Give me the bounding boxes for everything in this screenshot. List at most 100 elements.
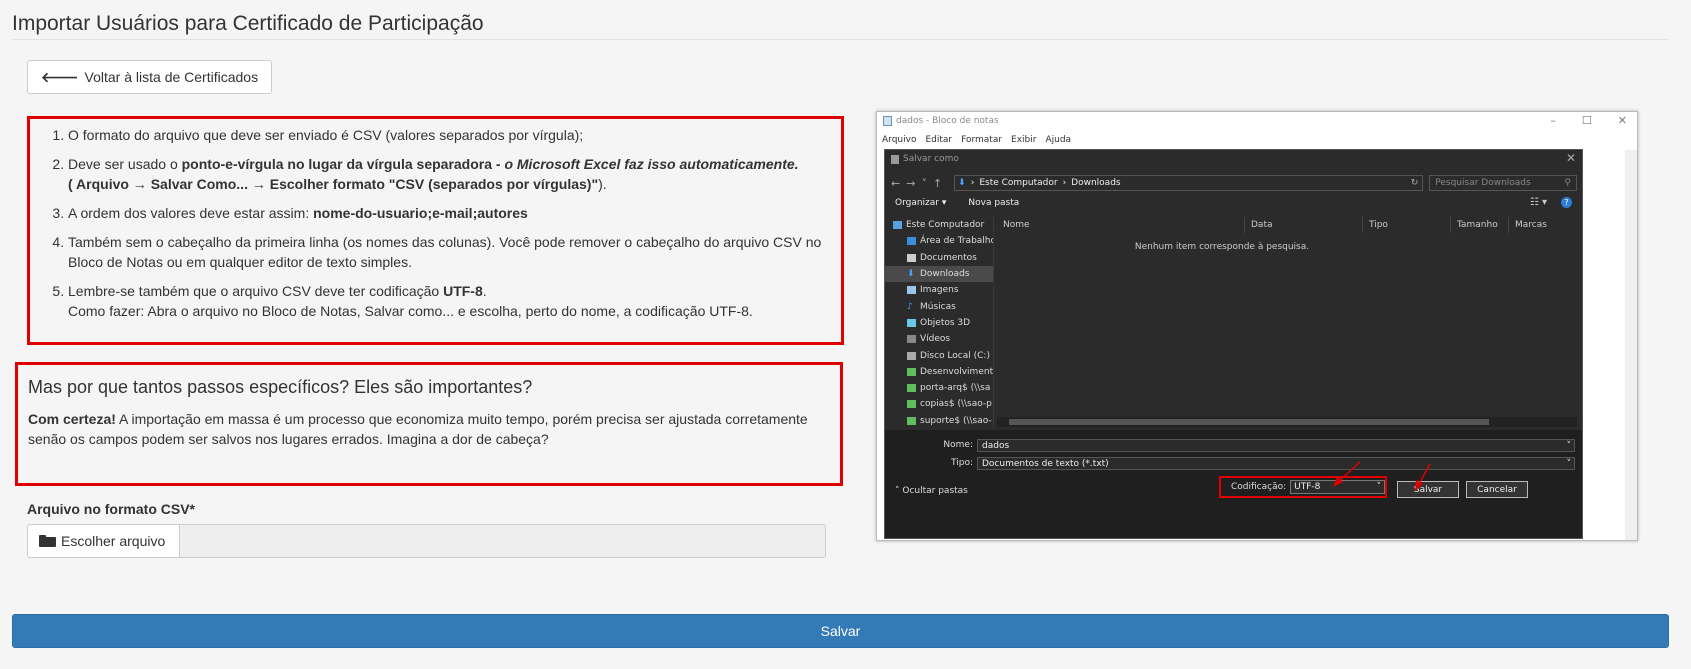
chevron-down-icon: ˅ xyxy=(1376,482,1382,492)
instruction-item: A ordem dos valores deve estar assim: no… xyxy=(68,203,829,223)
instruction-item: O formato do arquivo que deve ser enviad… xyxy=(68,125,829,145)
dialog-cancel-button: Cancelar xyxy=(1466,481,1528,498)
computer-icon xyxy=(893,221,902,230)
notepad-menu: Arquivo Editar Formatar Exibir Ajuda xyxy=(882,135,1071,145)
search-placeholder: Pesquisar Downloads xyxy=(1435,178,1531,188)
column-header: Tipo xyxy=(1363,217,1451,233)
instruction-text: . xyxy=(482,283,487,299)
encoding-label: Codificação: xyxy=(1231,482,1287,492)
dialog-save-button: Salvar xyxy=(1397,481,1459,498)
dialog-icon xyxy=(891,154,899,164)
objects-3d-icon xyxy=(907,318,916,327)
tree-item: Desenvolviment xyxy=(885,364,993,380)
instruction-text: O formato do arquivo que deve ser enviad… xyxy=(68,127,584,143)
close-icon: ✕ xyxy=(1617,114,1627,127)
music-icon: ♪ xyxy=(907,301,913,312)
window-controls: – ☐ ✕ xyxy=(1550,114,1627,127)
tree-item: copias$ (\\sao-p xyxy=(885,396,993,412)
column-header: Nome xyxy=(997,217,1245,233)
file-list-header: Nome Data Tipo Tamanho Marcas xyxy=(997,217,1577,233)
name-field: dados ˅ xyxy=(977,439,1575,452)
desktop-icon xyxy=(907,237,916,246)
instruction-bold: UTF-8 xyxy=(443,283,483,299)
instruction-item: Lembre-se também que o arquivo CSV deve … xyxy=(68,281,829,321)
column-header: Tamanho xyxy=(1451,217,1509,233)
notepad-title: dados - Bloco de notas xyxy=(883,116,999,126)
tree-item: suporte$ (\\sao- xyxy=(885,413,993,428)
dialog-search: Pesquisar Downloads ⚲ xyxy=(1429,175,1577,191)
type-label: Tipo: xyxy=(951,458,973,468)
view-controls: ☷ ▾ ? xyxy=(1530,197,1572,208)
encoding-select: UTF-8 ˅ xyxy=(1290,480,1385,494)
hide-folders: ˄ Ocultar pastas xyxy=(895,486,968,496)
disk-icon xyxy=(907,351,916,360)
instruction-bold-italic: o Microsoft Excel faz isso automaticamen… xyxy=(504,156,799,172)
file-input-group[interactable]: Escolher arquivo xyxy=(27,524,826,558)
chevron-down-icon: ˅ xyxy=(1566,440,1572,451)
tree-item: ⬇ Downloads xyxy=(885,265,993,283)
instruction-text: ). xyxy=(598,176,607,192)
type-field: Documentos de texto (*.txt) ˅ xyxy=(977,457,1575,470)
instructions-list: O formato do arquivo que deve ser enviad… xyxy=(30,119,841,321)
network-drive-icon xyxy=(907,384,916,393)
dialog-close-icon: ✕ xyxy=(1565,151,1576,165)
instruction-item: Deve ser usado o ponto-e-vírgula no luga… xyxy=(68,154,829,194)
menu-item: Formatar xyxy=(961,135,1003,145)
arrow-left-icon: 🡐 xyxy=(41,68,79,85)
choose-file-label: Escolher arquivo xyxy=(61,533,166,549)
menu-item: Exibir xyxy=(1011,135,1037,145)
instruction-text: A ordem dos valores deve estar assim: xyxy=(68,205,314,221)
instruction-item: Também sem o cabeçalho da primeira linha… xyxy=(68,232,829,272)
chevron-right-icon: › xyxy=(1062,178,1067,188)
back-button-label: Voltar à lista de Certificados xyxy=(84,69,259,85)
documents-icon xyxy=(907,253,916,262)
menu-item: Ajuda xyxy=(1045,135,1072,145)
notepad-scrollbar xyxy=(1625,150,1637,540)
tree-item: Vídeos xyxy=(885,331,993,347)
instruction-bold: ( Arquivo → Salvar Como... → Escolher fo… xyxy=(68,176,599,192)
chevron-down-icon: ˅ xyxy=(921,176,927,190)
save-button[interactable]: Salvar xyxy=(12,614,1669,648)
download-icon: ⬇ xyxy=(907,269,915,280)
folder-tree: Este Computador Área de Trabalho Documen… xyxy=(885,217,994,428)
dialog-toolbar: Organizar ▾ Nova pasta xyxy=(895,198,1019,208)
network-drive-icon xyxy=(907,367,916,376)
help-icon: ? xyxy=(1561,197,1572,208)
why-heading: Mas por que tantos passos específicos? E… xyxy=(28,377,533,397)
tree-item: Disco Local (C:) xyxy=(885,347,993,363)
why-text: A importação em massa é um processo que … xyxy=(28,411,808,447)
search-icon: ⚲ xyxy=(1564,178,1571,188)
minimize-icon: – xyxy=(1550,114,1556,127)
title-divider xyxy=(12,39,1669,40)
chevron-right-icon: › xyxy=(970,178,975,188)
path-root: Este Computador xyxy=(979,178,1058,188)
notepad-title-text: dados - Bloco de notas xyxy=(896,116,999,126)
network-drive-icon xyxy=(907,400,916,409)
address-bar: ⬇ › Este Computador › Downloads ↻ xyxy=(954,175,1424,191)
horizontal-scrollbar xyxy=(997,417,1577,427)
why-box: Mas por que tantos passos específicos? E… xyxy=(15,362,843,486)
back-arrow-icon: ← xyxy=(891,176,901,190)
tree-item: Documentos xyxy=(885,250,993,266)
back-to-list-button[interactable]: 🡐 Voltar à lista de Certificados xyxy=(27,60,273,94)
instruction-text: Deve ser usado o xyxy=(68,156,182,172)
tree-item: Este Computador xyxy=(885,217,993,233)
instruction-bold: ponto-e-vírgula no lugar da vírgula sepa… xyxy=(181,156,505,172)
tree-item: Área de Trabalho xyxy=(885,233,993,249)
file-field-label: Arquivo no formato CSV* xyxy=(27,501,196,517)
instructions-box: O formato do arquivo que deve ser enviad… xyxy=(27,116,844,345)
organize-label: Organizar ▾ xyxy=(895,198,947,208)
folder-open-icon xyxy=(39,535,56,547)
refresh-icon: ↻ xyxy=(1410,178,1419,188)
chevron-down-icon: ˅ xyxy=(1566,458,1572,469)
maximize-icon: ☐ xyxy=(1581,114,1592,127)
column-header: Data xyxy=(1245,217,1363,233)
path-folder: Downloads xyxy=(1071,178,1121,188)
choose-file-button[interactable]: Escolher arquivo xyxy=(28,525,180,557)
menu-item: Editar xyxy=(925,135,953,145)
instruction-screenshot: dados - Bloco de notas – ☐ ✕ Arquivo Edi… xyxy=(876,111,1638,541)
tree-item: porta-arq$ (\\sa xyxy=(885,380,993,396)
empty-list-message: Nenhum item corresponde à pesquisa. xyxy=(1134,242,1310,252)
dialog-title-text: Salvar como xyxy=(903,154,959,164)
menu-item: Arquivo xyxy=(882,135,917,145)
